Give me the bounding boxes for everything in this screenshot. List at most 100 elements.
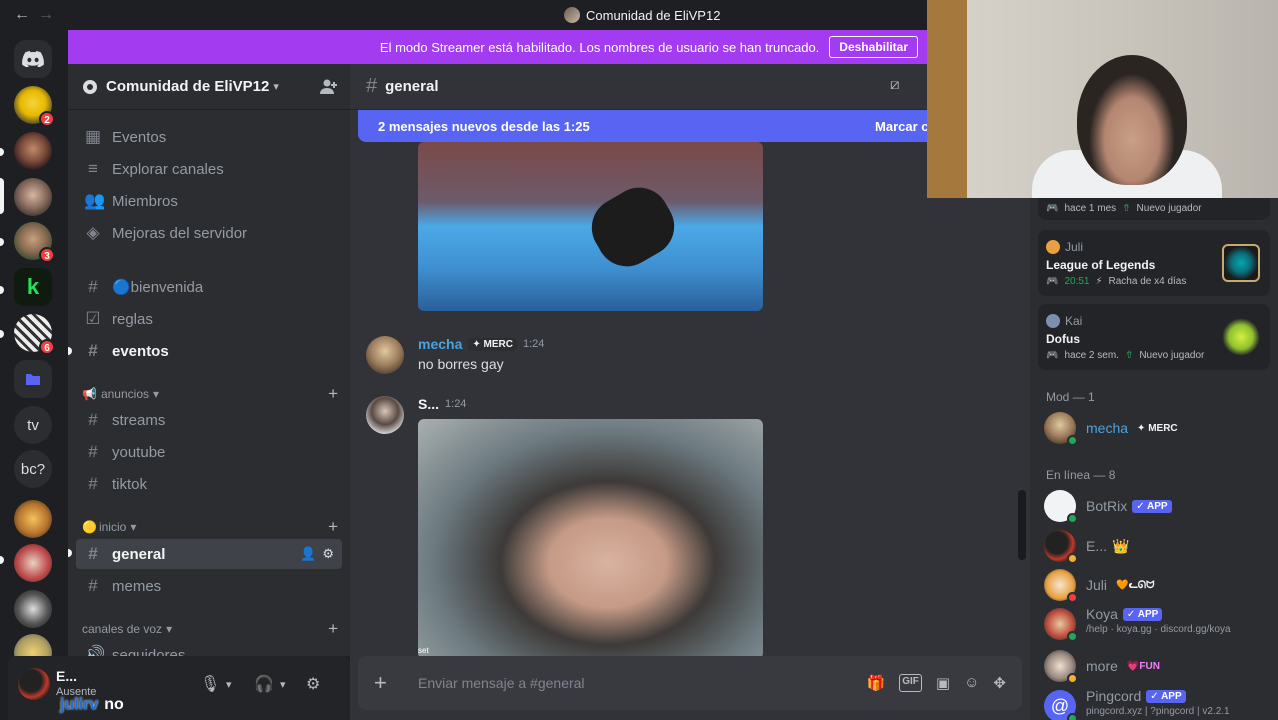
category-voice[interactable]: canales de voz ▾ + bbox=[82, 619, 338, 639]
add-channel-icon[interactable]: + bbox=[328, 517, 338, 537]
new-messages-bar[interactable]: 2 mensajes nuevos desde las 1:25 Marcar … bbox=[358, 110, 958, 142]
app-badge: ✓ APP bbox=[1122, 607, 1163, 621]
webcam-background bbox=[927, 0, 967, 198]
threads-icon[interactable]: ⧄ bbox=[890, 76, 900, 93]
gif-icon[interactable]: GIF bbox=[899, 674, 922, 692]
hash-icon: # bbox=[88, 277, 98, 296]
mod-role-header: Mod — 1 bbox=[1046, 390, 1095, 404]
server-text-tv[interactable]: tv bbox=[14, 406, 52, 444]
sidebar-browse-channels[interactable]: ≡ Explorar canales bbox=[76, 154, 342, 184]
channel-eventos[interactable]: # eventos bbox=[76, 336, 342, 366]
guild-header[interactable]: Comunidad de EliVP12 ▾ bbox=[68, 64, 350, 110]
megaphone-icon: 📢 bbox=[82, 387, 97, 401]
message-author: mecha ✦ MERC 1:24 bbox=[418, 336, 545, 352]
message-image-1[interactable] bbox=[418, 142, 763, 311]
discord-home-icon[interactable] bbox=[14, 40, 52, 78]
message-text: no borres gay bbox=[418, 356, 504, 372]
member-item[interactable]: more 💗FUN bbox=[1044, 648, 1270, 684]
online-status-icon bbox=[1067, 631, 1078, 642]
gear-icon[interactable]: ⚙ bbox=[306, 674, 320, 694]
sidebar-server-boosts[interactable]: ◈ Mejoras del servidor bbox=[76, 218, 342, 248]
member-avatar bbox=[1044, 650, 1078, 684]
activity-card[interactable]: Kai Dofus 🎮 hace 2 sem. ⇮ Nuevo jugador bbox=[1038, 304, 1270, 370]
channel-tiktok[interactable]: # tiktok bbox=[76, 469, 342, 499]
unread-pill bbox=[0, 330, 4, 338]
server-icon-2[interactable] bbox=[14, 132, 52, 170]
disable-streamer-button[interactable]: Deshabilitar bbox=[829, 36, 918, 58]
controller-icon: 🎮 bbox=[1046, 203, 1059, 214]
chevron-down-icon[interactable]: ▾ bbox=[226, 678, 232, 691]
invite-people-icon[interactable] bbox=[320, 78, 338, 96]
hash-icon: # bbox=[88, 576, 98, 595]
chevron-down-icon[interactable]: ▾ bbox=[280, 678, 286, 691]
user-avatar[interactable] bbox=[18, 668, 50, 700]
member-item[interactable]: Koya ✓ APP /help · koya.gg · discord.gg/k… bbox=[1044, 606, 1270, 642]
kick-server-icon[interactable]: k bbox=[14, 268, 52, 306]
server-icon-6[interactable]: 6 bbox=[14, 314, 55, 355]
add-channel-icon[interactable]: + bbox=[328, 384, 338, 404]
chat-scrollbar[interactable] bbox=[1018, 490, 1026, 560]
author-avatar[interactable] bbox=[366, 396, 404, 434]
voice-channel-seguidores[interactable]: 🔊 seguidores bbox=[76, 640, 342, 656]
headset-icon[interactable]: 🎧 bbox=[254, 674, 274, 694]
message-input[interactable]: Enviar mensaje a #general bbox=[418, 675, 585, 691]
channel-general[interactable]: # general 👤 ⚙ bbox=[76, 539, 342, 569]
role-tag: ✦ MERC bbox=[1133, 421, 1182, 435]
channel-streams[interactable]: # streams bbox=[76, 405, 342, 435]
sidebar-events[interactable]: ▦ Eventos bbox=[76, 122, 342, 152]
server-icon-4[interactable]: 3 bbox=[14, 222, 55, 263]
unread-indicator bbox=[68, 549, 72, 557]
channel-name: general bbox=[385, 78, 439, 95]
member-avatar bbox=[1044, 608, 1078, 642]
server-icon-3[interactable] bbox=[14, 178, 52, 216]
sidebar-members[interactable]: 👥 Miembros bbox=[76, 186, 342, 216]
server-icon-1[interactable]: 2 bbox=[14, 86, 55, 127]
idle-status-icon bbox=[1067, 673, 1078, 684]
overlay-username: julirv bbox=[60, 696, 99, 713]
streamer-mode-banner: El modo Streamer está habilitado. Los no… bbox=[68, 30, 928, 64]
channel-memes[interactable]: # memes bbox=[76, 571, 342, 601]
back-arrow-icon[interactable]: ← bbox=[14, 6, 30, 24]
server-icon-9[interactable] bbox=[14, 590, 52, 628]
channel-reglas[interactable]: ☑ reglas bbox=[76, 304, 342, 334]
microphone-icon[interactable]: 🎙 bbox=[200, 674, 220, 694]
server-icon-8[interactable] bbox=[14, 544, 52, 582]
microphone-in-image bbox=[580, 176, 686, 278]
emoji-icon[interactable]: ☺ bbox=[964, 674, 979, 692]
members-icon: 👥 bbox=[84, 191, 106, 210]
message-composer[interactable]: + Enviar mensaje a #general 🎁 GIF ▣ ☺ ✥ bbox=[358, 656, 1022, 710]
channel-sidebar: Comunidad de EliVP12 ▾ ▦ Eventos ≡ Explo… bbox=[68, 64, 350, 656]
user-name: E... bbox=[56, 668, 78, 684]
server-avatar-icon bbox=[564, 7, 580, 23]
server-rail: 2 3 k 6 tv bc? bbox=[0, 30, 68, 720]
server-text-bc[interactable]: bc? bbox=[14, 450, 52, 488]
member-item[interactable]: E... 👑 bbox=[1044, 528, 1270, 564]
member-item[interactable]: Juli 🧡ᓚᘏᗢ bbox=[1044, 567, 1270, 603]
folder-icon[interactable] bbox=[14, 360, 52, 398]
member-item[interactable]: mecha ✦ MERC bbox=[1044, 410, 1270, 446]
apps-icon[interactable]: ✥ bbox=[993, 674, 1006, 692]
invite-icon[interactable]: 👤 bbox=[300, 546, 316, 562]
category-anuncios[interactable]: 📢 anuncios ▾ + bbox=[82, 384, 338, 404]
active-server-pill bbox=[0, 178, 4, 214]
member-item[interactable]: BotRix ✓ APP bbox=[1044, 488, 1270, 524]
member-item[interactable]: @ Pingcord ✓ APP pingcord.xyz | ?pingcord… bbox=[1044, 688, 1270, 720]
category-inicio[interactable]: 🟡 inicio ▾ + bbox=[82, 517, 338, 537]
forward-arrow-icon[interactable]: → bbox=[38, 6, 54, 24]
server-icon-7[interactable] bbox=[14, 500, 52, 538]
unread-indicator bbox=[68, 347, 72, 355]
activity-card[interactable]: Juli League of Legends 🎮 20:51 ⚡ Racha d… bbox=[1038, 230, 1270, 296]
banner-text: El modo Streamer está habilitado. Los no… bbox=[379, 39, 820, 55]
rules-icon: ☑ bbox=[85, 309, 101, 328]
channel-bienvenida[interactable]: # 🔵bienvenida bbox=[76, 272, 342, 302]
sticker-icon[interactable]: ▣ bbox=[936, 674, 950, 692]
hash-icon: # bbox=[88, 442, 98, 461]
gear-icon[interactable]: ⚙ bbox=[322, 546, 334, 562]
message-image-2[interactable]: set bbox=[418, 419, 763, 659]
channel-youtube[interactable]: # youtube bbox=[76, 437, 342, 467]
author-avatar[interactable] bbox=[366, 336, 404, 374]
add-channel-icon[interactable]: + bbox=[328, 619, 338, 639]
crown-icon: 👑 bbox=[1112, 537, 1130, 554]
gift-icon[interactable]: 🎁 bbox=[867, 674, 886, 692]
add-attachment-icon[interactable]: + bbox=[374, 670, 398, 696]
